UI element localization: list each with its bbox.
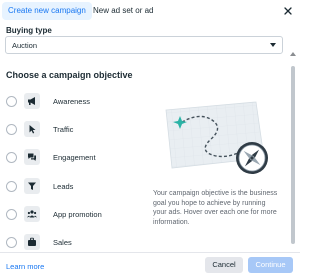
learn-more-link[interactable]: Learn more <box>6 262 44 271</box>
buying-type-value: Auction <box>12 41 38 50</box>
megaphone-icon <box>24 93 40 109</box>
objective-heading: Choose a campaign objective <box>6 70 133 80</box>
objective-label: Leads <box>53 182 74 191</box>
objective-option-leads[interactable]: Leads <box>0 173 150 199</box>
scroll-up-arrow-icon[interactable] <box>290 52 296 56</box>
buying-type-select[interactable]: Auction <box>5 36 283 54</box>
briefcase-icon <box>24 234 40 250</box>
objective-option-traffic[interactable]: Traffic <box>0 116 150 142</box>
chat-bubbles-icon <box>24 149 40 165</box>
objective-label: Awareness <box>53 97 90 106</box>
radio-button[interactable] <box>6 152 17 163</box>
radio-button[interactable] <box>6 181 17 192</box>
objective-label: Sales <box>53 238 72 247</box>
buying-type-label: Buying type <box>6 26 52 35</box>
map-compass-illustration <box>165 101 268 174</box>
people-icon <box>24 206 40 222</box>
radio-button[interactable] <box>6 237 17 248</box>
tab-bar: Create new campaign New ad set or ad <box>0 0 300 22</box>
objective-label: Engagement <box>53 153 96 162</box>
tab-create-new-campaign[interactable]: Create new campaign <box>2 2 92 20</box>
objective-label: App promotion <box>53 210 102 219</box>
radio-button[interactable] <box>6 209 17 220</box>
objective-description: Your campaign objective is the business … <box>153 190 278 226</box>
dialog-footer: Learn more Cancel Continue <box>0 252 300 274</box>
scrollbar-thumb[interactable] <box>291 66 295 244</box>
scrollbar[interactable] <box>290 26 296 250</box>
objective-option-awareness[interactable]: Awareness <box>0 88 150 114</box>
tab-new-ad-set-or-ad[interactable]: New ad set or ad <box>93 2 153 20</box>
objective-option-engagement[interactable]: Engagement <box>0 144 150 170</box>
cancel-button[interactable]: Cancel <box>205 257 243 273</box>
chevron-down-icon <box>270 43 276 47</box>
radio-button[interactable] <box>6 96 17 107</box>
objective-option-app-promotion[interactable]: App promotion <box>0 201 150 227</box>
radio-button[interactable] <box>6 124 17 135</box>
close-icon[interactable] <box>282 5 294 17</box>
cursor-icon <box>24 121 40 137</box>
funnel-icon <box>24 178 40 194</box>
continue-button[interactable]: Continue <box>248 257 293 273</box>
objective-label: Traffic <box>53 125 74 134</box>
